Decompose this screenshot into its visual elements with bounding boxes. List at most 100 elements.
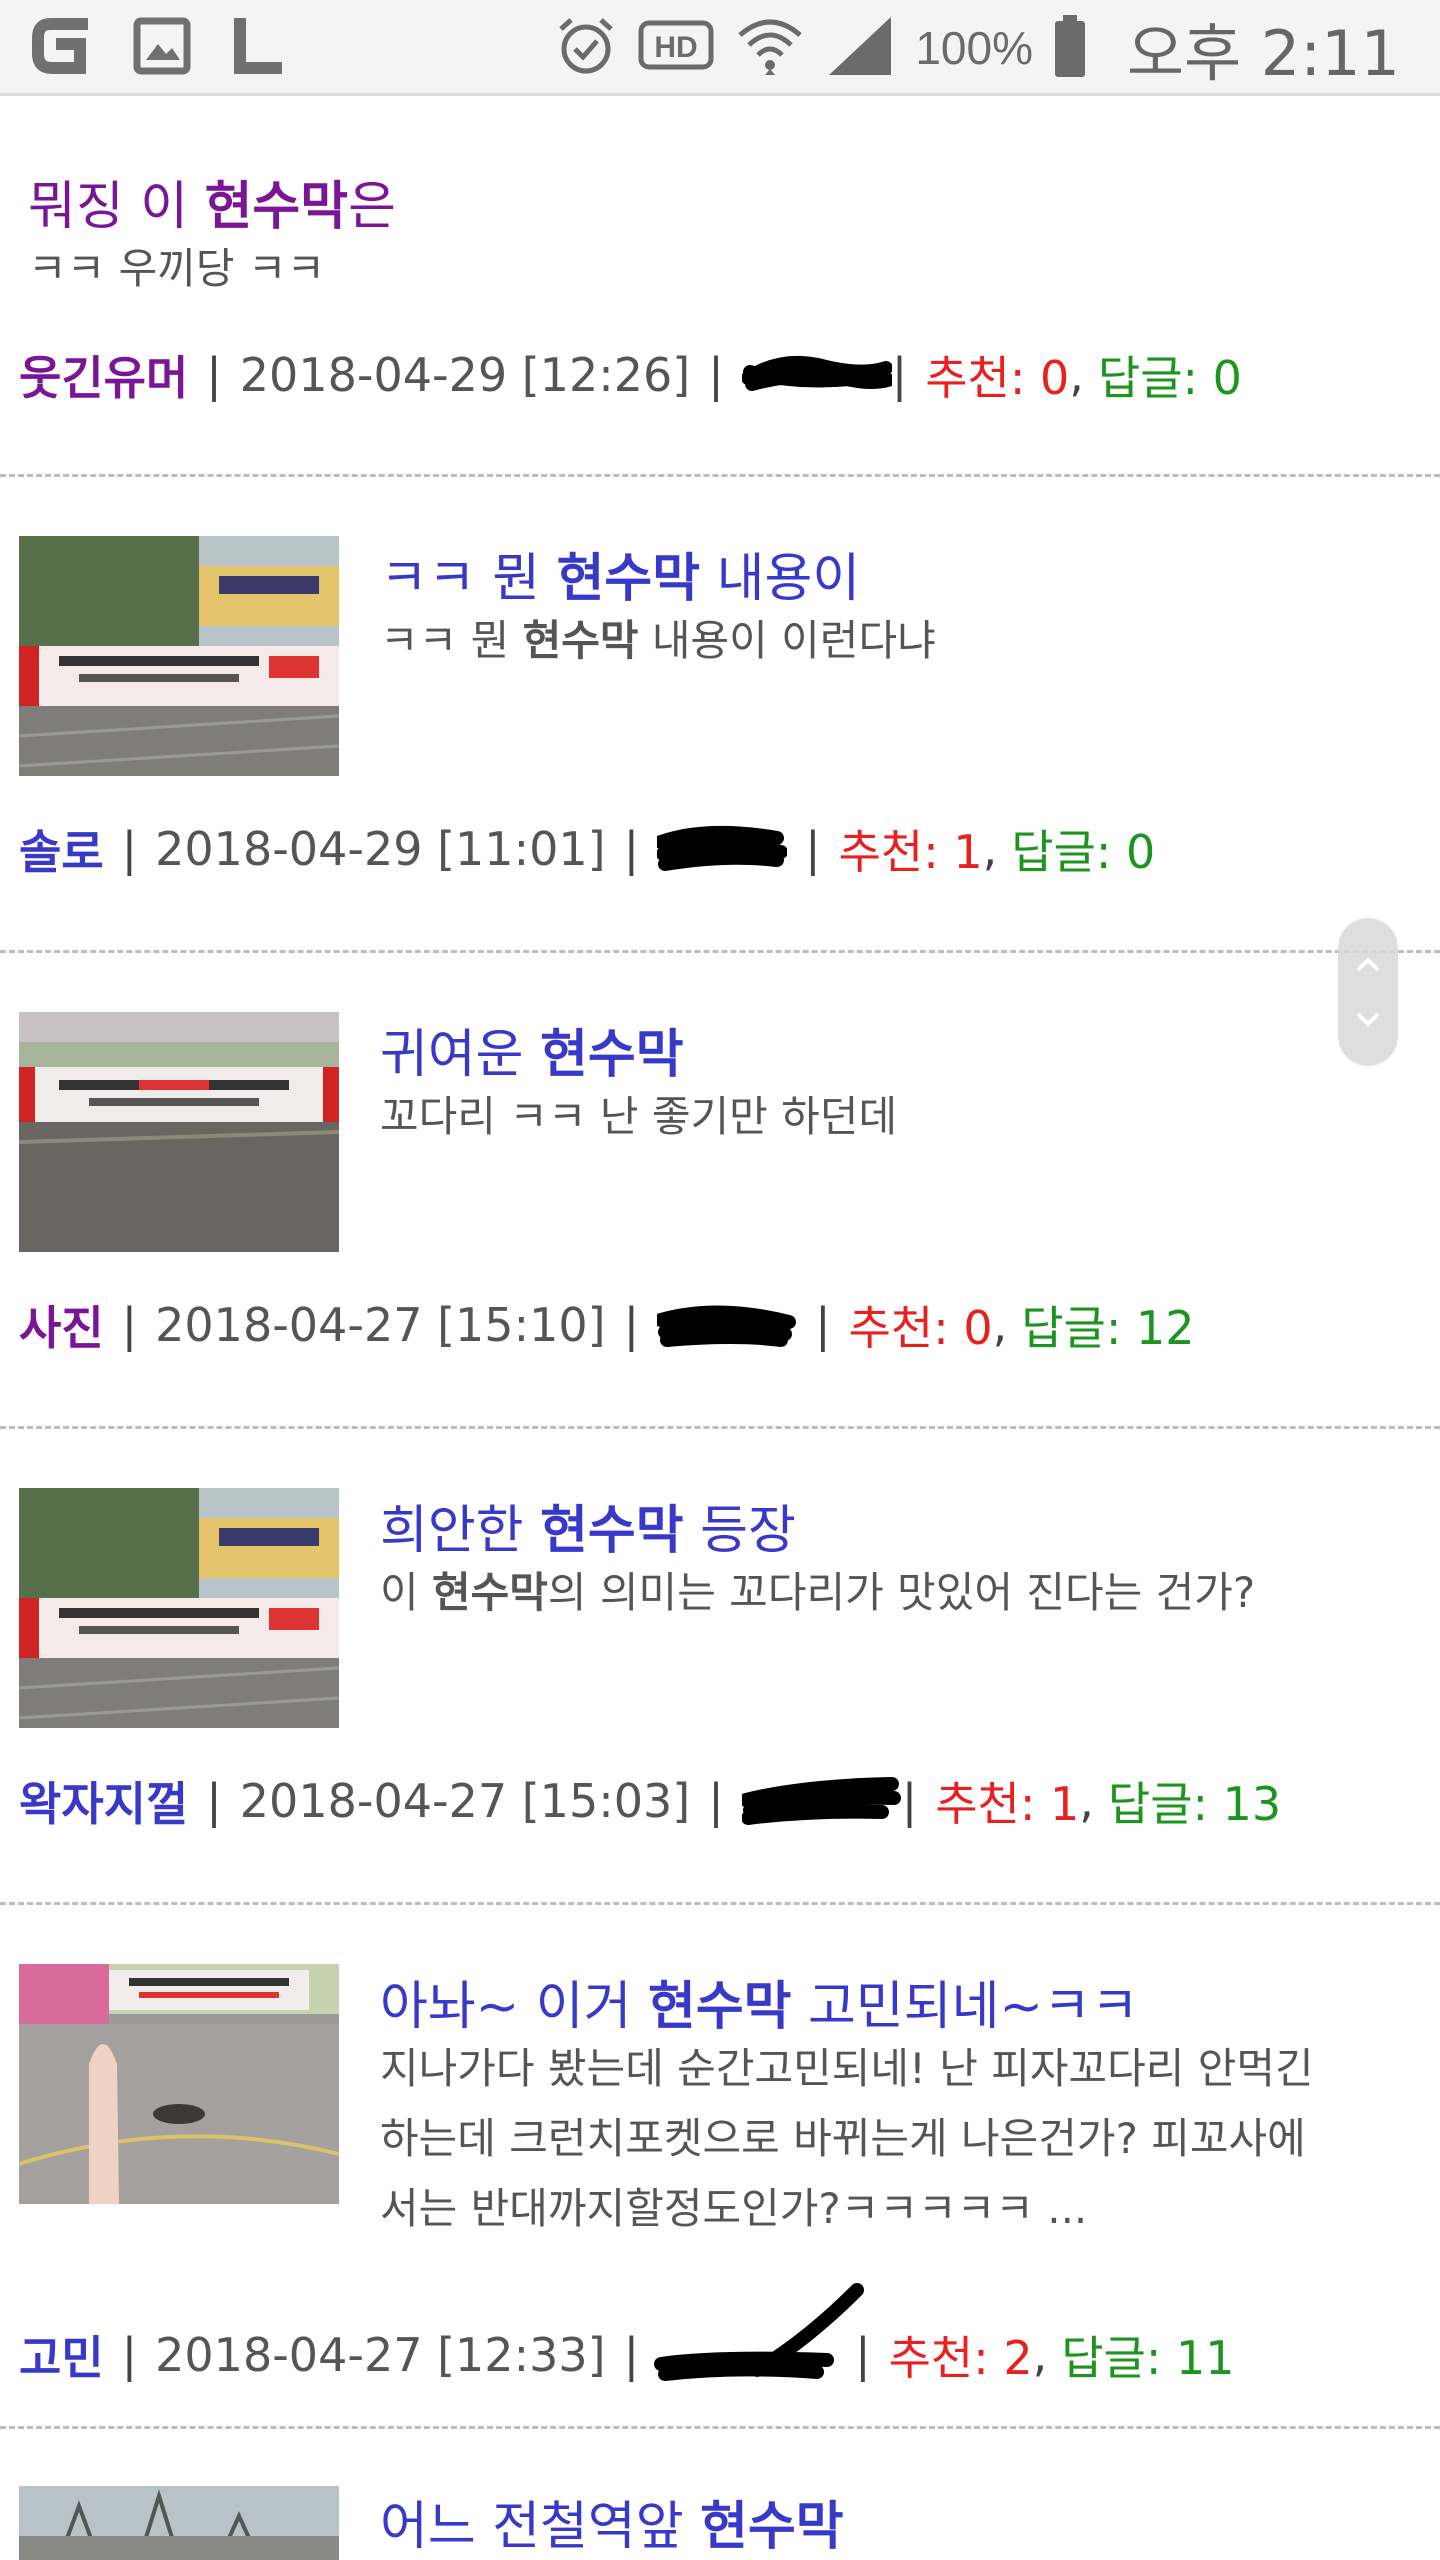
list-divider	[0, 2426, 1440, 2429]
recommend-label: 추천:	[925, 351, 1040, 405]
post-title[interactable]: 귀여운 현수막	[380, 1012, 684, 1087]
post-date: 2018-04-27 [15:10]	[155, 1298, 606, 1352]
wifi-icon	[735, 13, 805, 83]
status-time: 오후 2:11	[1126, 17, 1400, 90]
post-thumbnail[interactable]	[19, 1488, 339, 1728]
battery-percent: 100%	[915, 22, 1033, 74]
list-divider	[0, 474, 1440, 477]
redaction-scribble	[738, 1776, 902, 1826]
hd-icon: HD	[637, 15, 715, 81]
meta-separator: |	[121, 1298, 138, 1352]
post-thumbnail[interactable]	[19, 1964, 339, 2204]
reply-count: 답글: 12	[1021, 1292, 1194, 1358]
snippet-line: 하는데 크런치포켓으로 바뀌는게 나은건가? 피꼬사에	[380, 2114, 1306, 2163]
snippet-text: 의 의미는 꼬다리가 맛있어 진다는 건가?	[547, 1568, 1256, 1617]
reply-value: 0	[1126, 825, 1156, 879]
post-title[interactable]: 뭐징 이 현수막은	[28, 164, 396, 239]
meta-separator: |	[206, 348, 222, 402]
post-snippet: 이 현수막의 의미는 꼬다리가 맛있어 진다는 건가?	[380, 1558, 1255, 1628]
post-date: 2018-04-29 [12:26]	[239, 348, 691, 402]
meta-comma: ,	[1079, 1774, 1094, 1828]
snippet-highlight: 현수막	[432, 1568, 548, 1617]
reply-label: 답글:	[1107, 1777, 1223, 1831]
post-title-text: 고민되네~ㅋㅋ	[791, 1977, 1139, 2037]
post-date: 2018-04-29 [11:01]	[155, 822, 606, 876]
battery-icon	[1053, 13, 1087, 83]
post-title-text: 어느 전철역앞	[380, 2497, 701, 2557]
post-snippet: 꼬다리 ㅋㅋ 난 좋기만 하던데	[380, 1092, 898, 1141]
status-right-icons: HD 100% 오후 2:11	[555, 10, 1400, 90]
snippet-text: 이	[380, 1568, 432, 1617]
meta-separator: |	[623, 822, 640, 876]
post-title-highlight: 현수막	[540, 1501, 684, 1561]
chevron-down-icon[interactable]	[1356, 1012, 1380, 1027]
meta-comma: ,	[982, 822, 998, 876]
signal-icon	[825, 13, 895, 83]
recommend-label: 추천:	[848, 1301, 964, 1355]
reply-count: 답글: 13	[1108, 1768, 1281, 1834]
status-left-icons	[30, 14, 286, 82]
recommend-value: 0	[1039, 351, 1070, 405]
post-thumbnail[interactable]	[19, 536, 339, 776]
post-title-text: 귀여운	[380, 1025, 541, 1085]
post-title[interactable]: ㅋㅋ 뭔 현수막 내용이	[380, 536, 860, 611]
reply-value: 0	[1212, 351, 1242, 405]
reply-label: 답글:	[1097, 351, 1213, 405]
post-author[interactable]: 웃긴유머	[19, 342, 188, 408]
g-app-icon	[30, 14, 94, 82]
post-thumbnail[interactable]	[19, 2486, 339, 2560]
list-divider	[0, 1426, 1440, 1429]
post-author[interactable]: 솔로	[19, 816, 104, 882]
redaction-scribble	[654, 2283, 865, 2381]
l-app-icon	[230, 14, 286, 82]
recommend-label: 추천:	[888, 2331, 1004, 2385]
post-meta: 왁자지껄 | 2018-04-27 [15:03] | | 추천: 1, 답글:…	[19, 1768, 1281, 1834]
reply-value: 11	[1176, 2331, 1235, 2385]
gallery-icon	[132, 16, 192, 80]
post-author[interactable]: 왁자지껄	[19, 1768, 188, 1834]
post-title-highlight: 현수막	[204, 177, 349, 237]
post-author[interactable]: 고민	[19, 2322, 104, 2388]
post-title-highlight: 현수막	[648, 1977, 792, 2037]
post-title[interactable]: 희안한 현수막 등장	[380, 1488, 796, 1563]
recommend-count: 추천: 0	[925, 342, 1069, 408]
reply-count: 답글: 0	[1098, 342, 1242, 408]
recommend-count: 추천: 0	[849, 1292, 993, 1358]
recommend-count: 추천: 2	[889, 2322, 1033, 2388]
post-meta: 솔로 | 2018-04-29 [11:01] | | 추천: 1, 답글: 0	[19, 816, 1155, 882]
meta-separator: |	[708, 348, 724, 402]
list-divider	[0, 950, 1440, 953]
list-divider	[0, 1902, 1440, 1905]
post-author[interactable]: 사진	[19, 1292, 104, 1358]
redaction-scribble	[654, 1300, 797, 1350]
post-title-highlight: 현수막	[540, 1025, 684, 1085]
post-date: 2018-04-27 [12:33]	[155, 2328, 606, 2382]
meta-separator: |	[805, 822, 821, 876]
meta-separator: |	[206, 1774, 222, 1828]
post-title-text: 은	[348, 177, 396, 237]
post-title-text: 아놔~ 이거	[380, 1977, 648, 2037]
alarm-icon	[555, 15, 617, 81]
svg-text:HD: HD	[655, 31, 698, 64]
recommend-value: 1	[1049, 1777, 1080, 1831]
meta-separator: |	[623, 2328, 640, 2382]
snippet-text: ㅋㅋ 뭔	[380, 616, 523, 665]
chevron-up-icon[interactable]	[1356, 957, 1380, 972]
reply-label: 답글:	[1021, 1301, 1136, 1355]
reply-count: 답글: 0	[1011, 816, 1155, 882]
scroll-up-down-button[interactable]	[1338, 918, 1398, 1066]
post-date: 2018-04-27 [15:03]	[239, 1774, 691, 1828]
recommend-value: 2	[1003, 2331, 1033, 2385]
post-title-text: ㅋㅋ 뭔	[380, 549, 557, 609]
status-bar: HD 100% 오후 2:11	[0, 0, 1440, 96]
snippet-text: 내용이 이런다냐	[638, 616, 936, 665]
meta-comma: ,	[1069, 348, 1084, 402]
post-title-text: 등장	[683, 1501, 796, 1561]
recommend-label: 추천:	[838, 825, 954, 879]
post-thumbnail[interactable]	[19, 1012, 339, 1252]
post-title[interactable]: 아놔~ 이거 현수막 고민되네~ㅋㅋ	[380, 1964, 1139, 2039]
meta-separator: |	[891, 348, 908, 402]
post-meta: 사진 | 2018-04-27 [15:10] | | 추천: 0, 답글: 1…	[19, 1292, 1195, 1358]
post-title[interactable]: 어느 전철역앞 현수막	[380, 2484, 844, 2559]
reply-label: 답글:	[1061, 2331, 1176, 2385]
